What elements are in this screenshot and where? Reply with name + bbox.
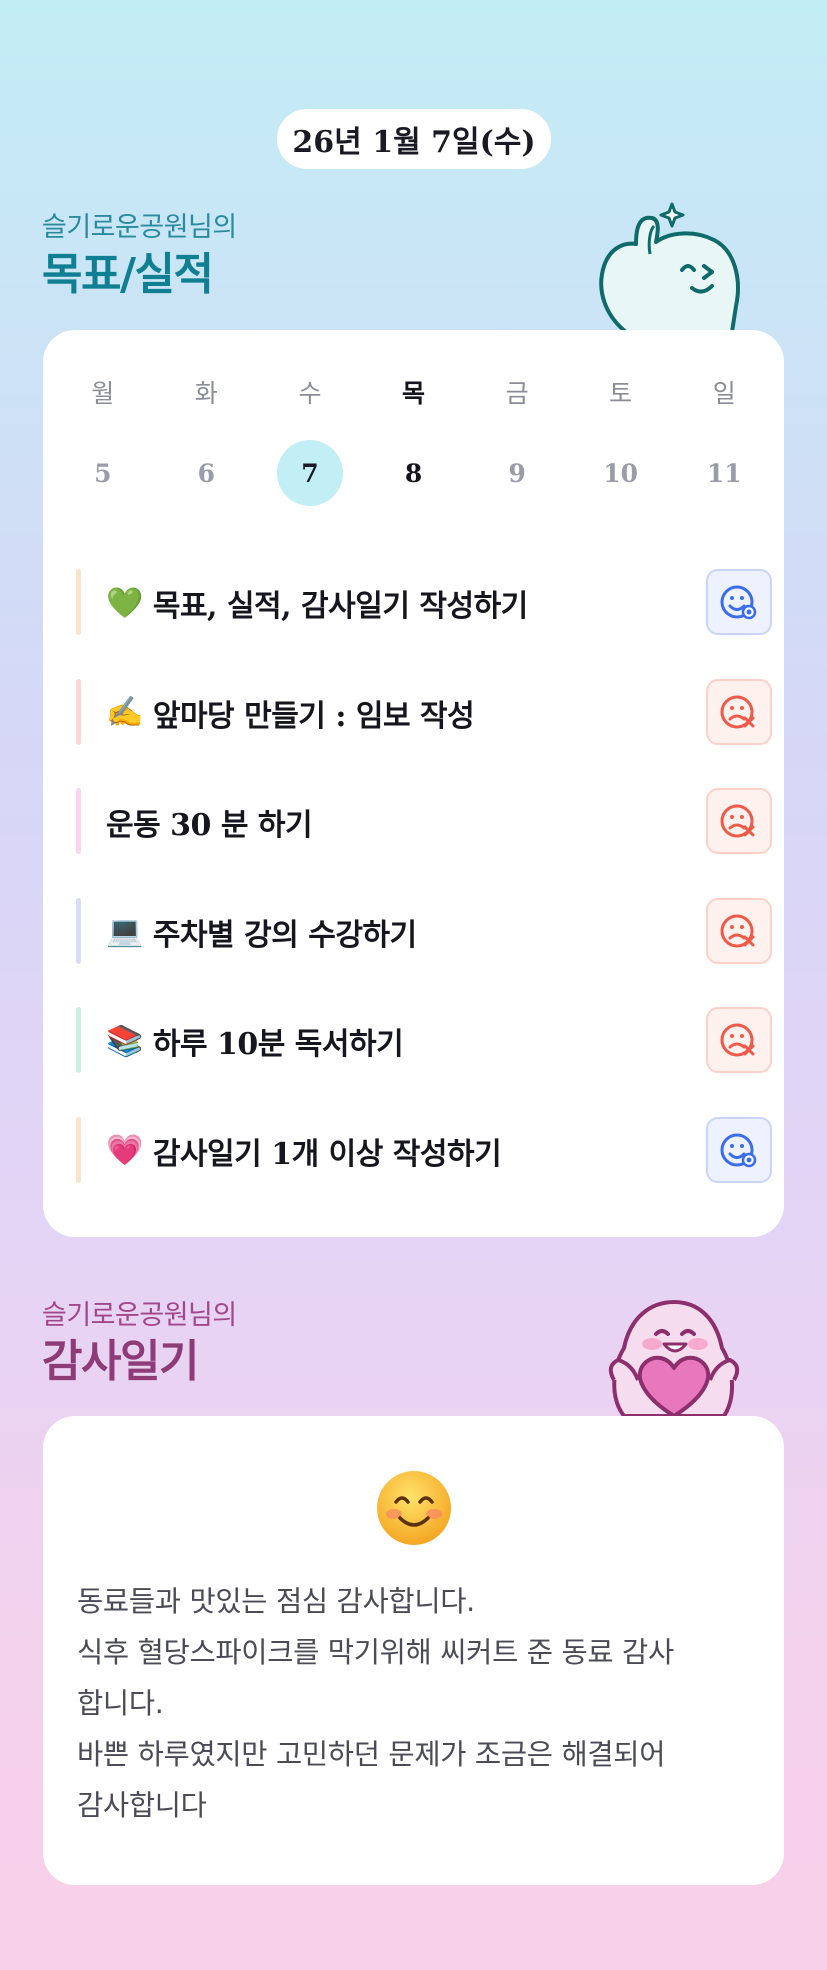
date-cell-selected[interactable]: 7 [276,440,343,506]
goal-color-bar [76,1007,81,1074]
goal-item[interactable]: 📚 하루 10분 독서하기 [76,986,772,1096]
goal-item[interactable]: ✍️ 앞마당 만들기 : 임보 작성 [76,658,772,768]
goal-item[interactable]: 운동 30 분 하기 [76,767,772,877]
goal-title: ✍️ 앞마당 만들기 : 임보 작성 [106,658,666,768]
status-missed-button[interactable] [706,788,772,855]
thanks-section-title: 감사일기 [42,1336,199,1387]
date-row: 5 6 7 8 9 10 11 [51,440,776,506]
weekday-label: 금 [505,379,529,408]
goal-item[interactable]: 💗 감사일기 1개 이상 작성하기 [76,1096,772,1206]
thanks-line: 합니다. [77,1687,164,1720]
weekday-row: 월 화 수 목 금 토 일 [51,372,776,412]
goal-title: 💚 목표, 실적, 감사일기 작성하기 [106,548,666,658]
goal-item[interactable]: 💻 주차별 강의 수강하기 [76,877,772,987]
thanks-line: 감사합니다 [77,1789,207,1822]
goal-text: 운동 30 분 하기 [106,808,313,844]
sad-face-x-icon [719,1020,759,1060]
mascot-pink-heart-illustration [608,1300,740,1416]
date-cell-today[interactable]: 8 [381,440,447,506]
goal-emoji-icon: 📚 [106,1023,143,1059]
goal-color-bar [76,897,81,964]
thanks-line: 동료들과 맛있는 점심 감사합니다. [77,1585,475,1618]
goal-title: 💗 감사일기 1개 이상 작성하기 [106,1096,666,1206]
date-cell[interactable]: 11 [691,440,757,506]
mascot-teal-illustration [599,202,740,332]
goal-text: 앞마당 만들기 : 임보 작성 [152,698,475,734]
goal-title: 운동 30 분 하기 [106,767,666,877]
sad-face-x-icon [719,911,759,951]
goal-text: 주차별 강의 수강하기 [152,917,417,953]
happy-face-icon [719,582,759,622]
thanks-entry-text: 동료들과 맛있는 점심 감사합니다. 식후 혈당스파이크를 막기위해 씨커트 준 … [77,1576,757,1831]
goal-emoji-icon: 💗 [106,1133,143,1169]
goal-text: 목표, 실적, 감사일기 작성하기 [152,589,528,624]
weekday-label: 수 [298,379,322,408]
goal-item[interactable]: 💚 목표, 실적, 감사일기 작성하기 [76,548,772,658]
weekday-label-today: 목 [402,379,426,408]
status-achieved-button[interactable] [706,1116,772,1183]
sad-face-x-icon [719,692,759,732]
weekday-label: 화 [194,379,218,408]
goal-emoji-icon: 💻 [106,914,143,950]
goal-title: 📚 하루 10분 독서하기 [106,986,666,1096]
goal-text: 감사일기 1개 이상 작성하기 [152,1136,502,1172]
date-cell[interactable]: 6 [173,440,239,506]
goal-emoji-icon: 💚 [106,585,143,621]
thanks-card: 동료들과 맛있는 점심 감사합니다. 식후 혈당스파이크를 막기위해 씨커트 준 … [43,1416,784,1885]
goals-section-title: 목표/실적 [42,249,214,300]
weekday-label: 월 [91,379,115,408]
status-missed-button[interactable] [706,1007,772,1074]
sad-face-x-icon [719,801,759,841]
goal-color-bar [76,1116,81,1183]
status-achieved-button[interactable] [706,569,772,635]
date-cell[interactable]: 5 [70,440,136,506]
weekday-label: 토 [609,379,633,408]
happy-face-icon [719,1130,759,1170]
date-pill[interactable]: 26년 1월 7일(수) [277,109,551,169]
goal-color-bar [76,788,81,855]
status-missed-button[interactable] [706,897,772,964]
thanks-line: 식후 혈당스파이크를 막기위해 씨커트 준 동료 감사 [77,1636,674,1669]
status-missed-button[interactable] [706,678,772,745]
date-cell[interactable]: 9 [484,440,550,506]
goal-emoji-icon: ✍️ [106,695,143,731]
smiling-face-icon [377,1471,451,1545]
goals-card: 월 화 수 목 금 토 일 5 6 7 8 9 10 11 💚 목표, 실적, 감… [43,330,784,1237]
goal-color-bar [76,569,81,635]
date-cell[interactable]: 10 [588,440,654,506]
goal-color-bar [76,678,81,745]
goal-list: 💚 목표, 실적, 감사일기 작성하기 ✍️ 앞마당 만들기 : 임보 작성운동 30… [76,548,772,1206]
weekday-label: 일 [712,379,736,408]
thanks-line: 바쁜 하루였지만 고민하던 문제가 조금은 해결되어 [77,1738,666,1771]
goal-title: 💻 주차별 강의 수강하기 [106,877,666,987]
goal-text: 하루 10분 독서하기 [152,1027,404,1063]
